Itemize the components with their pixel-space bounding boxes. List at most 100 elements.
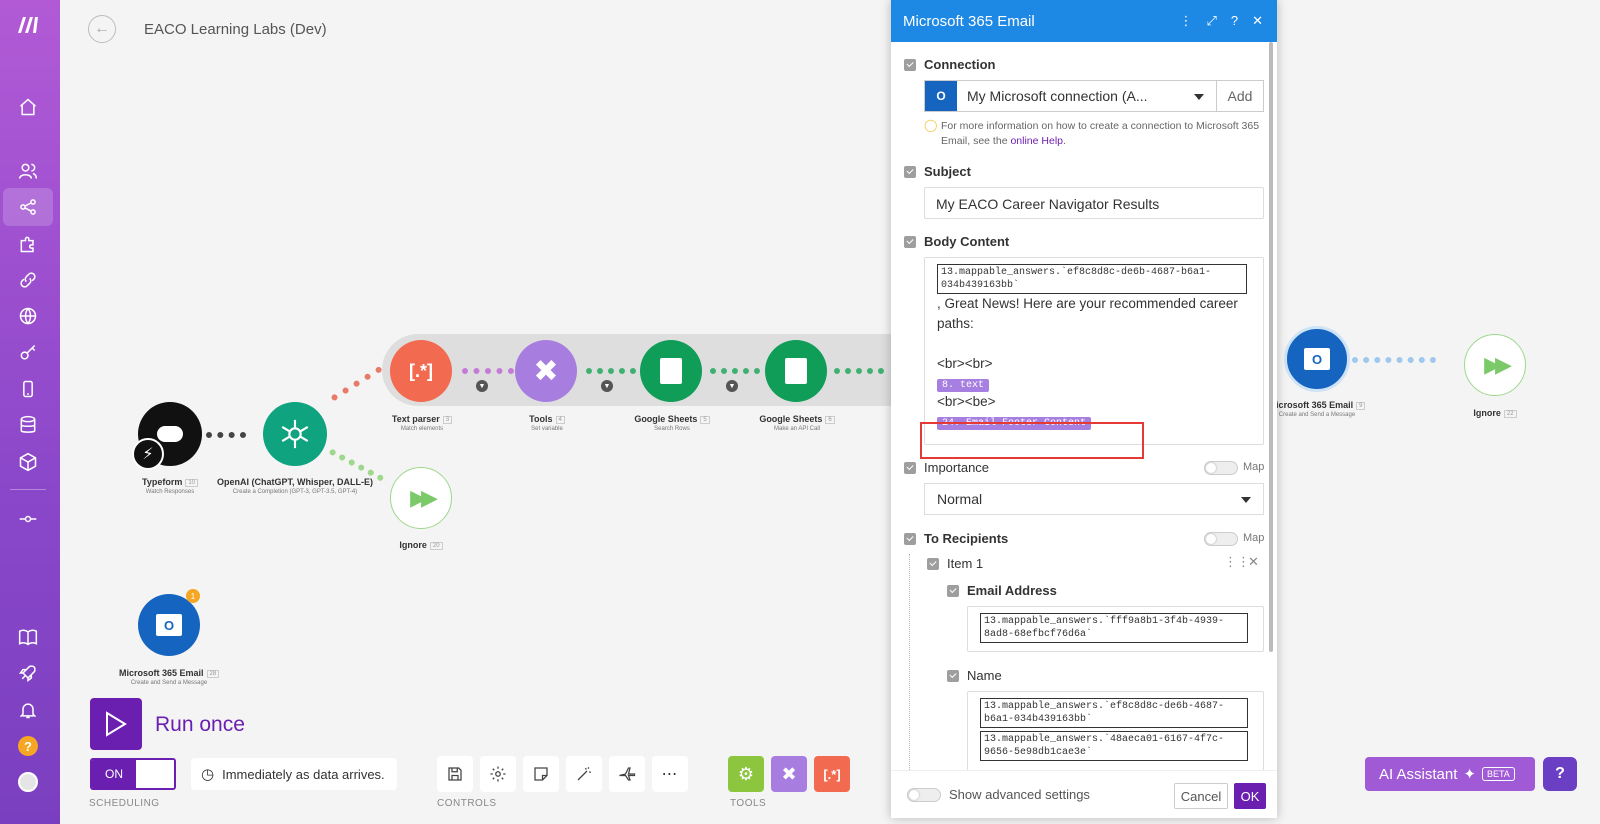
- add-connection-button[interactable]: Add: [1217, 81, 1263, 111]
- importance-value: Normal: [937, 491, 983, 507]
- tools-wrench-icon: ✖: [781, 763, 797, 784]
- beta-badge: BETA: [1481, 767, 1515, 781]
- filter-icon[interactable]: ▼: [726, 380, 738, 392]
- tool-text-parser-button[interactable]: [.*]: [814, 756, 850, 792]
- outlook-logo-icon: O: [156, 614, 182, 636]
- schedule-setting[interactable]: ◷ Immediately as data arrives.: [191, 758, 397, 790]
- email-address-label: Email Address: [967, 583, 1057, 598]
- scenario-canvas: ▼ ▼ ▼ ⚡ Typeform 10 Watch Responses OpenA…: [0, 0, 1600, 824]
- panel-header: Microsoft 365 Email ⋮ ⤢ ? ✕: [891, 0, 1277, 42]
- run-once-button[interactable]: [90, 698, 142, 750]
- sheets-logo-icon: [785, 358, 807, 384]
- collapse-email-checkbox[interactable]: [947, 585, 959, 597]
- settings-button[interactable]: [480, 756, 516, 792]
- microsoft-365-email-module[interactable]: O: [138, 594, 200, 656]
- mapped-variable-pill[interactable]: 13.mappable_answers.`fff9a8b1-3f4b-4939-…: [980, 613, 1248, 643]
- ignore-module[interactable]: ▶▶: [390, 467, 452, 529]
- tree-line: [909, 554, 910, 770]
- save-button[interactable]: [437, 756, 473, 792]
- advanced-settings-toggle[interactable]: [907, 788, 941, 802]
- expand-icon[interactable]: ⤢: [1206, 13, 1216, 29]
- google-sheets-sub: Make an API Call: [773, 426, 821, 432]
- mapped-variable-pill[interactable]: 13.mappable_answers.`ef8c8d8c-de6b-4687-…: [980, 698, 1248, 728]
- importance-select[interactable]: Normal: [924, 483, 1264, 515]
- module-settings-panel: Microsoft 365 Email ⋮ ⤢ ? ✕ Connection O…: [891, 0, 1277, 818]
- mapped-variable-pill[interactable]: 13.mappable_answers.`48aeca01-6167-4f7c-…: [980, 731, 1248, 761]
- tools-module[interactable]: ✖: [515, 340, 577, 402]
- drag-handle-icon[interactable]: ⋮⋮: [1224, 554, 1250, 570]
- remove-item-icon[interactable]: ✕: [1248, 554, 1259, 570]
- collapse-connection-checkbox[interactable]: [904, 59, 916, 71]
- subject-input[interactable]: My EACO Career Navigator Results: [924, 187, 1264, 219]
- play-icon: [106, 711, 127, 737]
- mapped-tag[interactable]: 8. text: [937, 379, 990, 392]
- collapse-body-checkbox[interactable]: [904, 236, 916, 248]
- tool-tools-button[interactable]: ✖: [771, 756, 807, 792]
- ms365-sub: Create and Send a Message: [1278, 412, 1356, 418]
- collapse-subject-checkbox[interactable]: [904, 166, 916, 178]
- panel-scrollbar[interactable]: [1269, 42, 1273, 652]
- ignore-label: Ignore 22: [1464, 408, 1526, 418]
- ai-assistant-button[interactable]: AI Assistant ✦ BETA: [1365, 757, 1535, 791]
- body-content-editor[interactable]: 13.mappable_answers.`ef8c8d8c-de6b-4687-…: [924, 257, 1264, 445]
- collapse-recipients-checkbox[interactable]: [904, 533, 916, 545]
- google-sheets-sub: Search Rows: [654, 426, 690, 432]
- chat-help-button[interactable]: ?: [1543, 757, 1577, 791]
- run-once-label[interactable]: Run once: [155, 713, 245, 737]
- ok-button[interactable]: OK: [1234, 783, 1266, 809]
- email-address-input[interactable]: 13.mappable_answers.`fff9a8b1-3f4b-4939-…: [967, 606, 1264, 652]
- body-text: , Great News! Here are your recommended …: [937, 296, 1238, 331]
- filter-icon[interactable]: ▼: [476, 380, 488, 392]
- panel-title: Microsoft 365 Email: [903, 12, 1035, 30]
- ms365-label: Microsoft 365 Email 9: [1267, 400, 1367, 410]
- connection-select[interactable]: O My Microsoft connection (A... Add: [924, 80, 1264, 112]
- mapped-variable-pill[interactable]: 13.mappable_answers.`ef8c8d8c-de6b-4687-…: [937, 264, 1247, 294]
- microsoft-365-email-module[interactable]: O: [1284, 326, 1350, 392]
- ellipsis-icon: ⋯: [661, 766, 679, 783]
- auto-align-button[interactable]: [566, 756, 602, 792]
- name-input[interactable]: 13.mappable_answers.`ef8c8d8c-de6b-4687-…: [967, 691, 1264, 770]
- collapse-name-checkbox[interactable]: [947, 670, 959, 682]
- typeform-logo-icon: [157, 426, 183, 442]
- ignore-module[interactable]: ▶▶: [1464, 334, 1526, 396]
- more-options-button[interactable]: ⋯: [652, 756, 688, 792]
- panel-menu-icon[interactable]: ⋮: [1179, 13, 1192, 29]
- fast-forward-icon: ▶▶: [1484, 352, 1512, 377]
- connection-value: My Microsoft connection (A...: [967, 88, 1148, 104]
- cancel-button[interactable]: Cancel: [1174, 783, 1228, 809]
- notes-button[interactable]: [523, 756, 559, 792]
- openai-module[interactable]: [263, 402, 327, 466]
- instant-trigger-icon: ⚡: [132, 438, 164, 470]
- body-text: <br><br>: [937, 356, 993, 371]
- text-parser-module[interactable]: [.*]: [390, 340, 452, 402]
- clock-icon: ◷: [201, 766, 215, 783]
- scheduling-toggle[interactable]: ON: [90, 758, 176, 790]
- connector: [206, 432, 246, 438]
- typeform-label: Typeform 10: [140, 477, 200, 487]
- fast-forward-icon: ▶▶: [410, 485, 438, 510]
- filter-icon[interactable]: ▼: [601, 380, 613, 392]
- google-sheets-module[interactable]: [765, 340, 827, 402]
- help-icon[interactable]: ?: [1231, 13, 1238, 29]
- importance-map-toggle[interactable]: [1204, 461, 1238, 475]
- body-text: <br><be>: [937, 394, 996, 409]
- collapse-item-checkbox[interactable]: [927, 558, 939, 570]
- explain-flow-button[interactable]: [609, 756, 645, 792]
- toggle-on-label: ON: [92, 760, 136, 788]
- subject-label: Subject: [924, 164, 971, 179]
- close-icon[interactable]: ✕: [1252, 13, 1263, 29]
- recipients-map-toggle[interactable]: [1204, 532, 1238, 546]
- tool-settings-button[interactable]: ⚙: [728, 756, 764, 792]
- body-content-label: Body Content: [924, 234, 1010, 249]
- controls-label: CONTROLS: [437, 798, 497, 809]
- google-sheets-label: Google Sheets 5: [627, 414, 717, 424]
- importance-label: Importance: [924, 460, 990, 475]
- typeform-sub: Watch Responses: [145, 489, 195, 495]
- online-help-link[interactable]: online Help: [1010, 135, 1063, 147]
- airplane-icon: [619, 767, 636, 781]
- collapse-importance-checkbox[interactable]: [904, 462, 916, 474]
- google-sheets-module[interactable]: [640, 340, 702, 402]
- outlook-logo-icon: O: [1304, 348, 1330, 370]
- recipients-label: To Recipients: [924, 531, 1009, 546]
- openai-logo-icon: [281, 419, 309, 449]
